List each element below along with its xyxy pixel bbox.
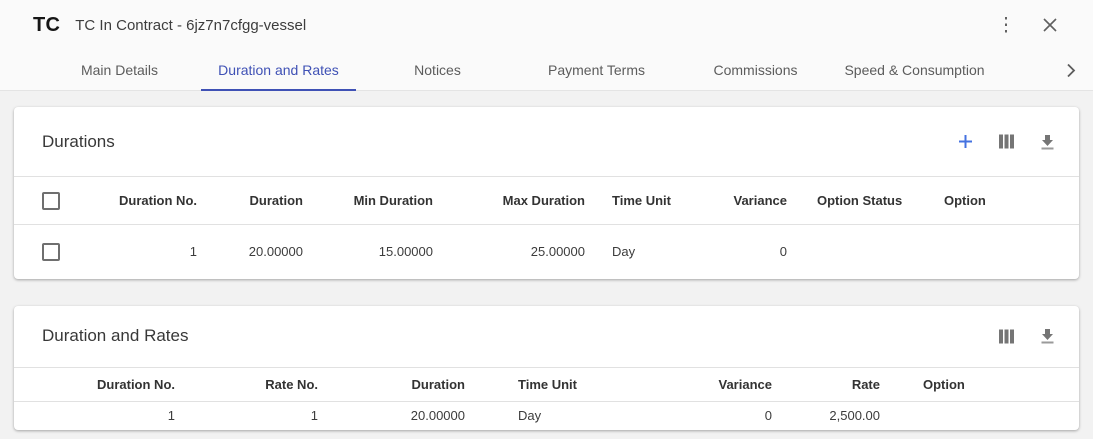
cell-duration-no: 1 [76,225,209,279]
col-duration[interactable]: Duration [209,177,315,225]
durations-card-title: Durations [42,132,115,152]
col-option-status[interactable]: Option Status [799,177,944,225]
col-time-unit[interactable]: Time Unit [477,367,657,401]
duration-and-rates-card-header: Duration and Rates [14,306,1079,367]
tab-scroll-right-button[interactable] [1049,50,1093,90]
more-options-button[interactable]: ⋮ [993,12,1019,38]
close-button[interactable] [1037,12,1063,38]
durations-card-header: Durations [14,107,1079,176]
cell-time-unit: Day [597,225,705,279]
cell-max-duration: 25.00000 [445,225,597,279]
duration-and-rates-card-title: Duration and Rates [42,326,188,346]
export-download-button[interactable] [1039,328,1055,344]
tab-main-details[interactable]: Main Details [40,50,199,90]
cell-duration-no: 1 [14,401,187,430]
tc-in-contract-window: TC TC In Contract - 6jz7n7cfgg-vessel ⋮ … [0,0,1093,430]
tab-duration-and-rates[interactable]: Duration and Rates [199,50,358,90]
durations-table-row[interactable]: 1 20.00000 15.00000 25.00000 Day 0 [14,225,1079,279]
tab-bar: Main Details Duration and Rates Notices … [0,50,1093,91]
download-icon [1040,134,1055,150]
column-chooser-button[interactable] [998,328,1014,344]
durations-card: Durations [14,107,1079,279]
select-all-checkbox[interactable] [42,192,60,210]
add-duration-button[interactable] [957,134,973,150]
col-rate-no[interactable]: Rate No. [187,367,330,401]
col-variance[interactable]: Variance [705,177,799,225]
cell-duration: 20.00000 [209,225,315,279]
chevron-right-icon [1066,63,1076,78]
col-rate[interactable]: Rate [784,367,892,401]
duration-and-rates-card: Duration and Rates [14,306,1079,431]
col-max-duration[interactable]: Max Duration [445,177,597,225]
close-icon [1043,18,1057,32]
main-content: Durations [0,91,1093,430]
plus-icon [958,134,973,149]
tab-payment-terms[interactable]: Payment Terms [517,50,676,90]
cell-variance: 0 [657,401,784,430]
export-download-button[interactable] [1039,134,1055,150]
cell-time-unit: Day [477,401,657,430]
duration-and-rates-table: Duration No. Rate No. Duration Time Unit… [14,367,1079,431]
col-option[interactable]: Option [892,367,1079,401]
tab-commissions[interactable]: Commissions [676,50,835,90]
app-logo: TC [33,14,60,37]
col-time-unit[interactable]: Time Unit [597,177,705,225]
durations-card-actions [957,134,1055,150]
cell-option-status [799,225,944,279]
row-checkbox[interactable] [42,243,60,261]
column-chooser-button[interactable] [998,134,1014,150]
cell-option [944,225,1079,279]
cell-rate-no: 1 [187,401,330,430]
window-title: TC In Contract - 6jz7n7cfgg-vessel [75,17,306,34]
title-bar: TC TC In Contract - 6jz7n7cfgg-vessel ⋮ [0,0,1093,50]
tab-speed-consumption[interactable]: Speed & Consumption [835,50,994,90]
cell-duration: 20.00000 [330,401,477,430]
durations-table: Duration No. Duration Min Duration Max D… [14,176,1079,279]
col-variance[interactable]: Variance [657,367,784,401]
titlebar-actions: ⋮ [993,12,1063,38]
col-min-duration[interactable]: Min Duration [315,177,445,225]
tab-notices[interactable]: Notices [358,50,517,90]
durations-header-row: Duration No. Duration Min Duration Max D… [14,177,1079,225]
columns-icon [999,134,1014,149]
cell-option [892,401,1079,430]
columns-icon [999,329,1014,344]
col-option[interactable]: Option [944,177,1079,225]
duration-and-rates-header-row: Duration No. Rate No. Duration Time Unit… [14,367,1079,401]
cell-min-duration: 15.00000 [315,225,445,279]
col-duration-no[interactable]: Duration No. [76,177,209,225]
duration-and-rates-table-row[interactable]: 1 1 20.00000 Day 0 2,500.00 [14,401,1079,430]
download-icon [1040,328,1055,344]
col-duration[interactable]: Duration [330,367,477,401]
col-duration-no[interactable]: Duration No. [14,367,187,401]
duration-and-rates-card-actions [998,328,1055,344]
cell-rate: 2,500.00 [784,401,892,430]
kebab-icon: ⋮ [997,16,1016,35]
cell-variance: 0 [705,225,799,279]
